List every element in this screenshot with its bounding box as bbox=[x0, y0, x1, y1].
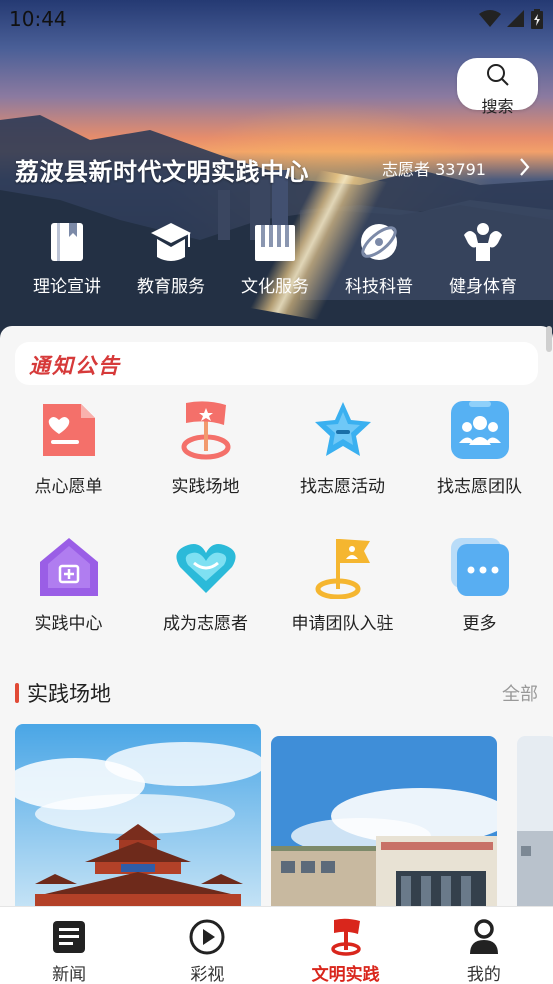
section-title: 实践场地 bbox=[27, 682, 111, 706]
nav-label: 我的 bbox=[466, 965, 501, 984]
more-icon bbox=[450, 538, 509, 596]
signal-icon bbox=[507, 10, 524, 27]
category-theory[interactable]: 理论宣讲 bbox=[15, 220, 119, 297]
grid-item-label: 实践中心 bbox=[34, 614, 103, 634]
venue-photo bbox=[517, 736, 553, 914]
venue-card[interactable] bbox=[517, 736, 553, 914]
play-icon bbox=[189, 919, 225, 955]
wish-list-icon bbox=[42, 404, 95, 456]
notice-label: 通知公告 bbox=[29, 353, 121, 378]
section-header: 实践场地 全部 bbox=[15, 678, 538, 708]
category-science[interactable]: 科技科普 bbox=[327, 220, 431, 297]
notice-bar[interactable]: 通知公告 bbox=[15, 342, 538, 385]
section-accent-bar bbox=[15, 683, 19, 703]
venue-card[interactable] bbox=[271, 736, 497, 914]
status-time: 10:44 bbox=[9, 7, 67, 31]
status-bar: 10:44 bbox=[0, 0, 553, 38]
grid-item-label: 成为志愿者 bbox=[163, 614, 248, 634]
venue-photo bbox=[271, 736, 497, 914]
category-label: 教育服务 bbox=[137, 277, 205, 297]
grid-item-apply-team[interactable]: 申请团队入驻 bbox=[274, 535, 411, 672]
search-label: 搜索 bbox=[481, 97, 514, 116]
news-icon bbox=[53, 921, 86, 953]
book-icon bbox=[51, 223, 83, 261]
category-label: 健身体育 bbox=[449, 277, 517, 297]
team-icon bbox=[450, 401, 509, 459]
search-icon bbox=[486, 64, 509, 86]
grid-item-label: 找志愿团队 bbox=[437, 477, 522, 497]
feature-grid: 点心愿单 实践场地 找志愿活动 找志愿团队 实践中心 成为志愿者 申请团队入驻 … bbox=[0, 398, 553, 672]
grid-item-become-volunteer[interactable]: 成为志愿者 bbox=[137, 535, 274, 672]
scroll-indicator[interactable] bbox=[546, 326, 552, 352]
category-education[interactable]: 教育服务 bbox=[119, 220, 223, 297]
main-panel: 通知公告 点心愿单 实践场地 找志愿活动 找志愿团队 实践中心 成为志愿者 申请… bbox=[0, 326, 553, 926]
nav-label: 新闻 bbox=[52, 965, 87, 984]
grid-item-label: 申请团队入驻 bbox=[291, 614, 394, 634]
grid-item-venue[interactable]: 实践场地 bbox=[137, 398, 274, 535]
chevron-right-icon[interactable] bbox=[518, 156, 532, 178]
flag-pin-icon bbox=[330, 918, 361, 956]
hero-banner: 10:44 搜索 荔波县新时代文明实践中心 志愿者 33791 理论宣讲 教育服… bbox=[0, 0, 553, 345]
venue-carousel bbox=[15, 724, 553, 914]
user-icon bbox=[469, 919, 498, 954]
category-label: 文化服务 bbox=[241, 277, 309, 297]
venue-card[interactable] bbox=[15, 724, 261, 914]
science-orbit-icon bbox=[361, 224, 397, 260]
battery-icon bbox=[531, 9, 543, 29]
view-all-link[interactable]: 全部 bbox=[502, 680, 538, 706]
piano-keys-icon bbox=[255, 225, 295, 261]
bottom-navigation: 新闻 彩视 文明实践 我的 bbox=[0, 906, 553, 984]
venue-photo bbox=[15, 724, 261, 914]
nav-label: 文明实践 bbox=[311, 965, 380, 984]
grid-item-label: 找志愿活动 bbox=[300, 477, 385, 497]
practice-center-icon bbox=[39, 538, 98, 596]
nav-label: 彩视 bbox=[190, 965, 225, 984]
location-flag-icon bbox=[181, 401, 230, 460]
graduation-cap-icon bbox=[151, 223, 191, 261]
search-button[interactable]: 搜索 bbox=[457, 58, 538, 116]
star-badge-icon bbox=[314, 402, 371, 456]
grid-item-find-team[interactable]: 找志愿团队 bbox=[411, 398, 548, 535]
page-title: 荔波县新时代文明实践中心 bbox=[15, 158, 309, 186]
grid-item-label: 实践场地 bbox=[171, 477, 240, 497]
grid-item-practice-center[interactable]: 实践中心 bbox=[0, 535, 137, 672]
grid-item-label: 点心愿单 bbox=[34, 477, 103, 497]
grid-item-label: 更多 bbox=[462, 614, 497, 634]
volunteer-count[interactable]: 志愿者 33791 bbox=[382, 156, 486, 180]
category-label: 科技科普 bbox=[345, 277, 413, 297]
nav-news[interactable]: 新闻 bbox=[0, 907, 138, 984]
category-culture[interactable]: 文化服务 bbox=[223, 220, 327, 297]
grid-item-more[interactable]: 更多 bbox=[411, 535, 548, 672]
grid-item-wish-list[interactable]: 点心愿单 bbox=[0, 398, 137, 535]
nav-profile[interactable]: 我的 bbox=[415, 907, 553, 984]
status-icons bbox=[479, 9, 543, 29]
nav-video[interactable]: 彩视 bbox=[138, 907, 276, 984]
category-fitness[interactable]: 健身体育 bbox=[431, 220, 535, 297]
category-label: 理论宣讲 bbox=[33, 277, 101, 297]
grid-item-find-activity[interactable]: 找志愿活动 bbox=[274, 398, 411, 535]
muscle-icon bbox=[464, 223, 502, 261]
team-flag-icon bbox=[315, 539, 370, 599]
nav-civilization-practice[interactable]: 文明实践 bbox=[277, 907, 415, 984]
category-bar: 理论宣讲 教育服务 文化服务 科技科普 健身体育 bbox=[15, 220, 535, 297]
wifi-icon bbox=[479, 10, 501, 27]
heart-icon bbox=[175, 544, 236, 593]
